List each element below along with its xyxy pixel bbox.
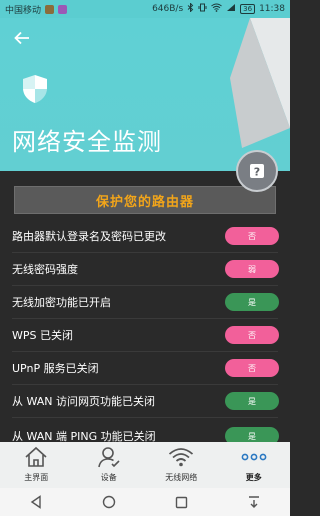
status-pill[interactable]: 是: [225, 392, 279, 410]
check-row: UPnP 服务已关闭 否: [0, 352, 290, 384]
status-pill[interactable]: 否: [225, 326, 279, 344]
banner-title: 保护您的路由器: [95, 194, 194, 210]
check-row: 路由器默认登录名及密码已更改 否: [0, 220, 290, 252]
more-dots-icon: [241, 453, 267, 461]
wifi-icon: [169, 448, 194, 467]
svg-text:?: ?: [254, 166, 260, 179]
device-user-icon: [97, 447, 120, 468]
check-label: 从 WAN 端 PING 功能已关闭: [12, 430, 156, 442]
system-nav-bar: [0, 488, 290, 516]
header: 网络安全监测: [0, 18, 290, 171]
status-bar: 中国移动 646B/s 36 11:38: [0, 0, 290, 18]
nav-label: 主界面: [24, 473, 49, 482]
nav-more[interactable]: 更多: [218, 442, 291, 488]
check-label: 路由器默认登录名及密码已更改: [12, 230, 166, 243]
nav-home[interactable]: 主界面: [0, 442, 73, 488]
pull-down-icon: [248, 496, 259, 508]
check-row: 无线加密功能已开启 是: [0, 286, 290, 318]
battery-icon: 36: [240, 4, 256, 14]
notification-app-icon: [58, 4, 68, 14]
circle-home-icon: [102, 495, 115, 509]
help-button[interactable]: ?: [236, 150, 278, 192]
status-pill[interactable]: 否: [225, 359, 279, 377]
check-row: 从 WAN 端 PING 功能已关闭 是: [0, 420, 290, 442]
question-icon: ?: [250, 164, 264, 179]
status-pill[interactable]: 是: [225, 293, 279, 311]
status-pill[interactable]: 否: [225, 227, 279, 245]
status-pill[interactable]: 弱: [225, 260, 279, 278]
check-label: 无线密码强度: [12, 263, 78, 276]
system-notification-button[interactable]: [234, 490, 274, 514]
back-button[interactable]: [10, 26, 34, 50]
check-row: WPS 已关闭 否: [0, 319, 290, 351]
arrow-left-icon: [14, 31, 29, 45]
nav-label: 无线网络: [165, 473, 198, 482]
notification-app-icon: [45, 4, 55, 14]
check-label: 无线加密功能已开启: [12, 296, 111, 309]
system-back-button[interactable]: [16, 490, 56, 514]
page-fold-decoration: [230, 18, 290, 148]
check-row: 从 WAN 访问网页功能已关闭 是: [0, 385, 290, 417]
home-icon: [25, 446, 47, 467]
network-speed: 646B/s: [152, 4, 184, 14]
security-check-list: 路由器默认登录名及密码已更改 否 无线密码强度 弱 无线加密功能已开启 是 WP…: [0, 220, 290, 442]
nav-label: 设备: [100, 473, 117, 482]
check-label: 从 WAN 访问网页功能已关闭: [12, 395, 156, 408]
system-home-button[interactable]: [89, 490, 129, 514]
nav-label: 更多: [245, 473, 262, 482]
vibrate-icon: [198, 3, 207, 15]
status-pill[interactable]: 是: [225, 427, 279, 442]
bluetooth-icon: [187, 2, 194, 15]
divider: [12, 417, 278, 418]
nav-wireless[interactable]: 无线网络: [145, 442, 218, 488]
signal-icon: [226, 3, 236, 15]
clock: 11:38: [259, 4, 285, 14]
shield-icon: [23, 75, 47, 103]
check-label: WPS 已关闭: [12, 329, 73, 342]
triangle-back-icon: [31, 495, 41, 509]
section-banner: 保护您的路由器: [14, 186, 276, 214]
bottom-nav: 主界面 设备 无线网络 更多: [0, 442, 290, 488]
wifi-status-icon: [211, 3, 222, 15]
square-recents-icon: [175, 496, 187, 508]
page-title: 网络安全监测: [12, 128, 162, 156]
check-label: UPnP 服务已关闭: [12, 362, 99, 375]
check-row: 无线密码强度 弱: [0, 253, 290, 285]
nav-devices[interactable]: 设备: [73, 442, 146, 488]
carrier-text: 中国移动: [5, 5, 42, 16]
system-recents-button[interactable]: [161, 490, 201, 514]
